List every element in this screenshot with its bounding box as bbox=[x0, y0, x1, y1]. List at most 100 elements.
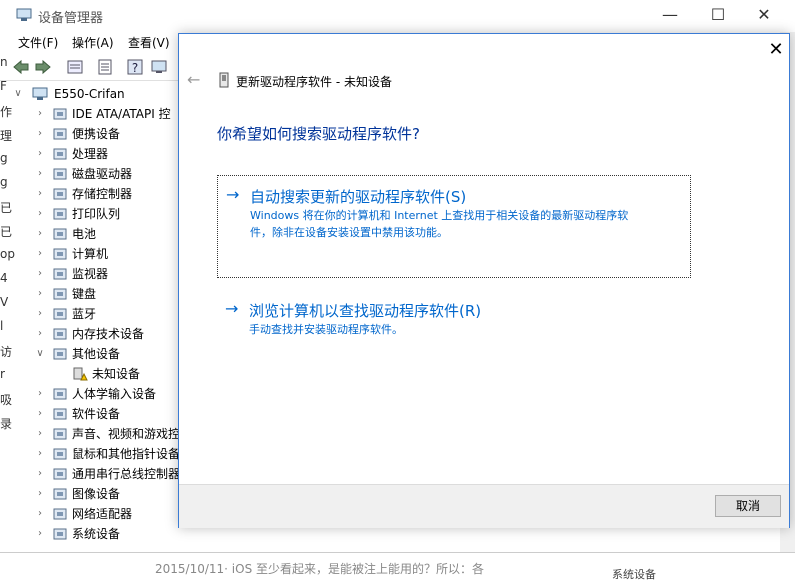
device-list-icon[interactable] bbox=[96, 58, 114, 76]
chevron-right-icon[interactable]: › bbox=[34, 444, 46, 464]
chevron-right-icon[interactable]: › bbox=[34, 124, 46, 144]
back-arrow-icon[interactable] bbox=[12, 58, 30, 76]
auto-search-desc-line1: Windows 将在你的计算机和 Internet 上查找用于相关设备的最新驱动… bbox=[250, 209, 629, 222]
chevron-right-icon[interactable]: › bbox=[34, 164, 46, 184]
chevron-right-icon[interactable]: › bbox=[34, 224, 46, 244]
chevron-right-icon[interactable]: › bbox=[34, 504, 46, 524]
chevron-down-icon[interactable]: ∨ bbox=[34, 344, 46, 364]
other-devices-icon bbox=[53, 348, 67, 360]
chevron-right-icon[interactable]: › bbox=[34, 384, 46, 404]
dialog-close-button[interactable]: ✕ bbox=[764, 38, 788, 62]
menu-action[interactable]: 操作(A) bbox=[72, 34, 114, 51]
background-page-right-text: 系统设备 bbox=[612, 568, 656, 581]
unknown-device-warning-icon bbox=[73, 367, 88, 381]
battery-icon bbox=[53, 228, 67, 240]
tree-item-label: 内存技术设备 bbox=[72, 327, 145, 341]
chevron-down-icon[interactable]: ∨ bbox=[12, 84, 24, 104]
tree-root-label: E550-Crifan bbox=[54, 87, 125, 101]
chevron-right-icon[interactable]: › bbox=[34, 404, 46, 424]
help-icon[interactable]: ? bbox=[126, 58, 144, 76]
computer-icon bbox=[53, 248, 67, 260]
browse-option[interactable]: → 浏览计算机以查找驱动程序软件(R) 手动查找并安装驱动程序软件。 bbox=[217, 296, 689, 344]
tree-item-label: 其他设备 bbox=[72, 347, 121, 361]
tree-item-label: 图像设备 bbox=[72, 487, 121, 501]
chevron-right-icon[interactable]: › bbox=[34, 304, 46, 324]
audio-icon bbox=[53, 428, 67, 440]
keyboard-icon bbox=[53, 288, 67, 300]
arrow-right-icon: → bbox=[225, 299, 239, 318]
chevron-right-icon[interactable]: › bbox=[34, 424, 46, 444]
auto-search-desc-line2: 件，除非在设备安装设置中禁用该功能。 bbox=[250, 226, 448, 239]
chevron-right-icon[interactable]: › bbox=[34, 464, 46, 484]
maximize-button[interactable]: ☐ bbox=[695, 0, 741, 30]
tree-item-label: 未知设备 bbox=[92, 367, 141, 381]
tree-item-label: 通用串行总线控制器 bbox=[72, 467, 178, 481]
processor-icon bbox=[53, 148, 67, 160]
memory-device-icon bbox=[53, 328, 67, 340]
forward-arrow-icon[interactable] bbox=[34, 58, 52, 76]
update-driver-dialog: ✕ ← 更新驱动程序软件 - 未知设备 你希望如何搜索驱动程序软件? → 自动搜… bbox=[178, 33, 790, 528]
device-tree[interactable]: ∨ E550-Crifan › IDE ATA/ATAPI 控 › 便携设备 › 处理器 › 磁盘… bbox=[0, 82, 178, 552]
storage-controller-icon bbox=[53, 188, 67, 200]
tree-item-label: 鼠标和其他指针设备 bbox=[72, 447, 178, 461]
svg-text:?: ? bbox=[132, 61, 138, 75]
chevron-right-icon[interactable]: › bbox=[34, 264, 46, 284]
tree-item-label: 处理器 bbox=[72, 147, 109, 161]
tree-item-label: 监视器 bbox=[72, 267, 109, 281]
chevron-right-icon[interactable]: › bbox=[34, 144, 46, 164]
back-arrow-icon[interactable]: ← bbox=[187, 70, 200, 89]
bluetooth-icon bbox=[53, 308, 67, 320]
usb-icon bbox=[53, 468, 67, 480]
chevron-right-icon[interactable]: › bbox=[34, 184, 46, 204]
tree-item-label: 计算机 bbox=[72, 247, 109, 261]
system-device-icon bbox=[53, 528, 67, 540]
tree-item-label: IDE ATA/ATAPI 控 bbox=[72, 107, 171, 121]
tree-item-label: 软件设备 bbox=[72, 407, 121, 421]
tree-item-label: 存储控制器 bbox=[72, 187, 133, 201]
menu-file[interactable]: 文件(F) bbox=[18, 34, 58, 51]
background-page-text: 2015/10/11· iOS 至少看起来，是能被注上能用的？所以：各 bbox=[155, 562, 485, 576]
tree-item-label: 声音、视频和游戏控 bbox=[72, 427, 178, 441]
hid-icon bbox=[53, 388, 67, 400]
chevron-right-icon[interactable]: › bbox=[34, 484, 46, 504]
printer-icon bbox=[53, 208, 67, 220]
tree-item-label: 便携设备 bbox=[72, 127, 121, 141]
browse-desc: 手动查找并安装驱动程序软件。 bbox=[249, 323, 403, 336]
window-title: 设备管理器 bbox=[38, 11, 104, 26]
auto-search-title: 自动搜索更新的驱动程序软件(S) bbox=[250, 188, 467, 206]
chevron-right-icon[interactable]: › bbox=[34, 204, 46, 224]
chevron-right-icon[interactable]: › bbox=[34, 284, 46, 304]
browse-title: 浏览计算机以查找驱动程序软件(R) bbox=[249, 302, 482, 320]
auto-search-option[interactable]: → 自动搜索更新的驱动程序软件(S) Windows 将在你的计算机和 Inte… bbox=[217, 175, 691, 278]
cancel-button[interactable]: 取消 bbox=[715, 495, 781, 517]
device-manager-app-icon bbox=[16, 8, 32, 21]
tree-item-label: 系统设备 bbox=[72, 527, 121, 541]
tree-item-label: 打印队列 bbox=[72, 207, 121, 221]
software-device-icon bbox=[53, 408, 67, 420]
title-bar: 设备管理器 — ☐ ✕ bbox=[0, 0, 795, 32]
menu-view[interactable]: 查看(V) bbox=[128, 34, 170, 51]
chevron-right-icon[interactable]: › bbox=[34, 104, 46, 124]
device-view-icon[interactable] bbox=[150, 58, 168, 76]
chevron-right-icon[interactable]: › bbox=[34, 324, 46, 344]
imaging-device-icon bbox=[53, 488, 67, 500]
dialog-header: 更新驱动程序软件 - 未知设备 bbox=[236, 75, 392, 89]
network-adapter-icon bbox=[53, 508, 67, 520]
tree-item-label: 磁盘驱动器 bbox=[72, 167, 133, 181]
minimize-button[interactable]: — bbox=[647, 0, 693, 30]
dialog-footer bbox=[179, 484, 789, 528]
monitor-icon bbox=[53, 268, 67, 280]
chevron-right-icon[interactable]: › bbox=[34, 524, 46, 544]
tree-item-label: 网络适配器 bbox=[72, 507, 133, 521]
tree-item-label: 电池 bbox=[72, 227, 97, 241]
device-icon bbox=[219, 72, 229, 88]
tree-item-label: 人体学输入设备 bbox=[72, 387, 157, 401]
close-button[interactable]: ✕ bbox=[741, 0, 787, 30]
properties-icon[interactable] bbox=[66, 58, 84, 76]
chevron-right-icon[interactable]: › bbox=[34, 244, 46, 264]
ide-controller-icon bbox=[53, 108, 67, 120]
disk-drive-icon bbox=[53, 168, 67, 180]
mouse-icon bbox=[53, 448, 67, 460]
arrow-right-icon: → bbox=[226, 185, 240, 204]
portable-device-icon bbox=[53, 128, 67, 140]
